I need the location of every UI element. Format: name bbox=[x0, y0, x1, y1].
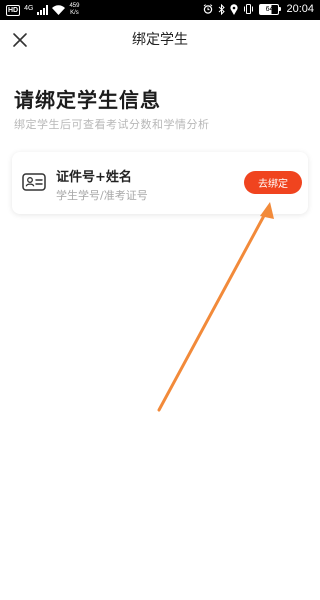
hd-badge: HD bbox=[6, 4, 21, 16]
battery-icon: 64 bbox=[259, 3, 282, 15]
network-speed-unit: K/s bbox=[70, 10, 79, 16]
location-icon bbox=[230, 3, 239, 15]
network-type: 4G bbox=[24, 4, 34, 12]
alarm-icon bbox=[203, 4, 213, 14]
main-subheading: 绑定学生后可查看考试分数和学情分析 bbox=[14, 118, 210, 131]
bluetooth-icon bbox=[218, 3, 226, 15]
go-bind-button[interactable]: 去绑定 bbox=[244, 171, 302, 194]
status-right: 64 20:04 bbox=[203, 3, 314, 15]
network-speed: 459 K/s bbox=[69, 3, 79, 17]
main-heading: 请绑定学生信息 bbox=[14, 88, 161, 112]
id-card-icon bbox=[22, 173, 46, 191]
card-hint: 学生学号/准考证号 bbox=[56, 189, 148, 202]
vibrate-icon bbox=[243, 4, 254, 14]
battery-level: 64 bbox=[259, 3, 280, 15]
clock: 20:04 bbox=[286, 3, 314, 15]
network-speed-value: 459 bbox=[69, 3, 80, 9]
bind-student-card: 证件号+姓名 学生学号/准考证号 去绑定 bbox=[12, 152, 308, 214]
status-left: HD 4G 459 K/s bbox=[6, 3, 79, 17]
page-title: 绑定学生 bbox=[132, 32, 188, 48]
nav-bar: 绑定学生 bbox=[0, 20, 320, 60]
card-title: 证件号+姓名 bbox=[56, 170, 132, 185]
signal-icon bbox=[37, 5, 49, 15]
wifi-icon bbox=[52, 5, 66, 15]
status-bar: HD 4G 459 K/s 64 20:04 bbox=[0, 0, 320, 20]
